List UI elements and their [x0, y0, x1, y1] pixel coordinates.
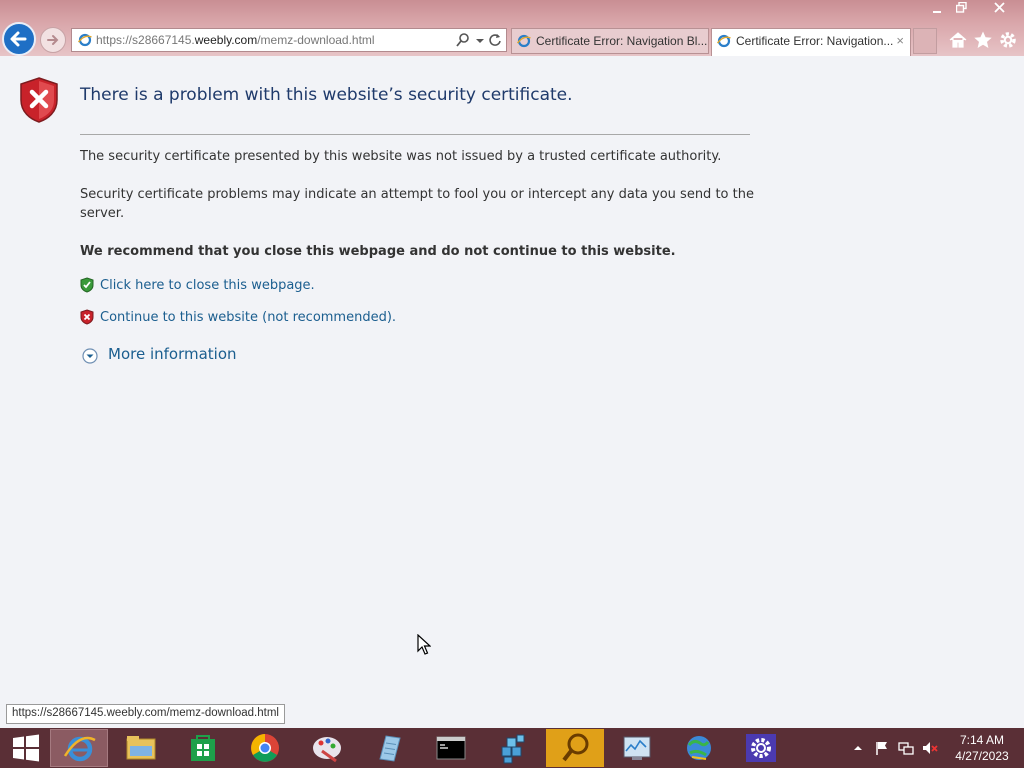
notepad-icon [379, 735, 401, 762]
continue-website-link[interactable]: Continue to this website (not recommende… [100, 310, 396, 325]
taskbar-internet-explorer[interactable] [50, 729, 108, 767]
back-arrow-icon [10, 31, 27, 47]
volume-muted-icon[interactable] [922, 740, 938, 756]
more-information-label: More information [108, 345, 237, 363]
taskbar-network-globe[interactable] [670, 729, 728, 767]
internet-explorer-icon [63, 736, 96, 762]
certificate-error-page: There is a problem with this website’s s… [0, 56, 1024, 728]
browser-chrome: https://s28667145.weebly.com/memz-downlo… [0, 0, 1024, 56]
favorites-star-icon[interactable] [973, 30, 993, 50]
action-center-flag-icon[interactable] [874, 740, 890, 756]
taskbar-package[interactable] [484, 729, 542, 767]
new-tab-button[interactable] [913, 28, 937, 54]
close-webpage-row[interactable]: Click here to close this webpage. [80, 277, 315, 295]
taskbar: 7:14 AM 4/27/2023 [0, 728, 1024, 768]
url-prefix: https://s28667145. [96, 33, 195, 47]
tab-certificate-error-2[interactable]: Certificate Error: Navigation... × [711, 28, 911, 56]
status-url-tooltip: https://s28667145.weebly.com/memz-downlo… [6, 704, 285, 724]
package-cubes-icon [501, 734, 525, 764]
close-icon [993, 2, 1005, 13]
forward-button[interactable] [40, 27, 66, 53]
address-bar[interactable]: https://s28667145.weebly.com/memz-downlo… [71, 28, 507, 52]
url-path: /memz-download.html [257, 33, 375, 47]
magnifier-icon [562, 733, 589, 762]
restore-button[interactable] [944, 0, 978, 20]
ie-tab-icon [517, 34, 531, 48]
dropdown-arrow-icon[interactable] [473, 32, 487, 48]
mouse-cursor-icon [417, 634, 431, 655]
chrome-icon [251, 734, 279, 762]
back-button[interactable] [2, 22, 36, 56]
taskbar-notepad[interactable] [360, 729, 418, 767]
taskbar-chrome[interactable] [236, 729, 294, 767]
system-clock[interactable]: 7:14 AM 4/27/2023 [948, 732, 1016, 764]
settings-gear-icon [746, 734, 776, 762]
ie-page-icon [78, 33, 92, 47]
command-prompt-icon [436, 736, 466, 760]
paragraph-security-warning: Security certificate problems may indica… [80, 187, 754, 221]
close-webpage-link[interactable]: Click here to close this webpage. [100, 278, 315, 293]
page-title: There is a problem with this website’s s… [80, 85, 573, 105]
globe-download-icon [687, 736, 711, 760]
tab-certificate-error-1[interactable]: Certificate Error: Navigation Bl... [511, 28, 709, 54]
divider [80, 134, 750, 135]
restore-icon [955, 1, 967, 13]
paragraph-untrusted-authority: The security certificate presented by th… [80, 149, 722, 164]
start-button-windows-icon[interactable] [4, 732, 46, 764]
tab-title: Certificate Error: Navigation Bl... [536, 34, 708, 48]
home-icon[interactable] [948, 30, 968, 50]
tab-close-icon[interactable]: × [896, 33, 904, 48]
gear-icon[interactable] [998, 30, 1018, 50]
taskbar-task-manager[interactable] [608, 729, 666, 767]
network-icon[interactable] [898, 740, 914, 756]
taskbar-settings[interactable] [732, 729, 790, 767]
green-shield-check-icon [80, 277, 94, 293]
taskbar-command-prompt[interactable] [422, 729, 480, 767]
show-hidden-icons-chevron-icon[interactable] [850, 740, 866, 756]
forward-arrow-icon [47, 35, 59, 45]
refresh-icon[interactable] [488, 32, 502, 48]
taskbar-paint[interactable] [298, 729, 356, 767]
tab-title: Certificate Error: Navigation... [736, 34, 894, 48]
search-icon[interactable] [456, 32, 470, 48]
taskbar-file-explorer[interactable] [112, 729, 170, 767]
continue-row[interactable]: Continue to this website (not recommende… [80, 309, 396, 327]
folder-icon [126, 736, 156, 760]
store-bag-icon [191, 735, 215, 761]
clock-time: 7:14 AM [959, 733, 1005, 747]
url-text[interactable]: https://s28667145.weebly.com/memz-downlo… [96, 33, 375, 47]
expand-chevron-icon [82, 348, 98, 364]
task-manager-icon [623, 736, 651, 760]
red-shield-x-icon [80, 309, 94, 325]
taskbar-search-tool[interactable] [546, 729, 604, 767]
minimize-icon [933, 11, 941, 13]
paint-palette-icon [313, 737, 341, 763]
ie-tab-icon [717, 34, 731, 48]
taskbar-store[interactable] [174, 729, 232, 767]
url-domain: weebly.com [194, 33, 258, 47]
close-window-button[interactable] [982, 0, 1016, 20]
clock-date: 4/27/2023 [955, 749, 1009, 763]
security-shield-error-icon [20, 77, 58, 123]
recommendation-text: We recommend that you close this webpage… [80, 244, 676, 259]
